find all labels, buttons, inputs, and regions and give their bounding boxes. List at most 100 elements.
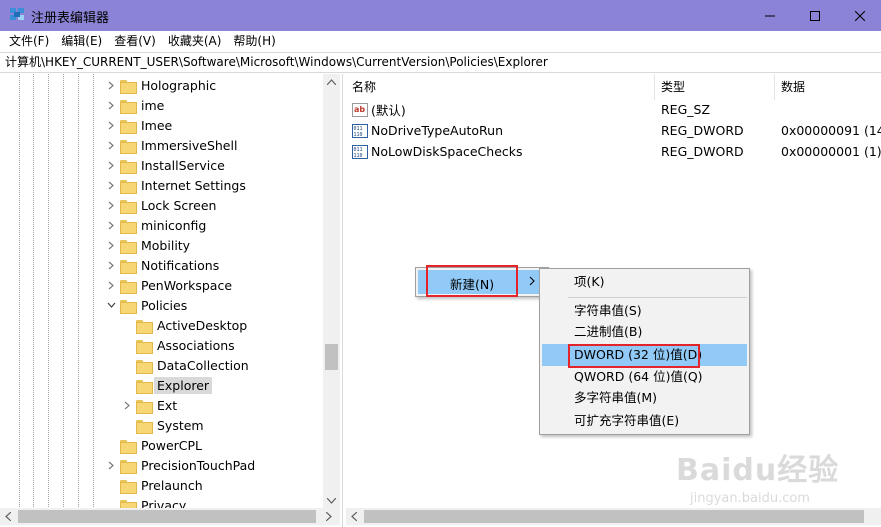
folder-icon bbox=[120, 259, 137, 274]
folder-icon bbox=[120, 299, 137, 314]
submenu-item[interactable]: 项(K) bbox=[542, 271, 747, 293]
tree-horizontal-scrollbar[interactable] bbox=[0, 508, 340, 525]
tree-hscroll-thumb[interactable] bbox=[18, 510, 316, 523]
tree-node[interactable]: Notifications bbox=[106, 255, 219, 275]
tree-node-label: ImmersiveShell bbox=[141, 137, 238, 153]
column-header-type[interactable]: 类型 bbox=[655, 74, 775, 100]
expand-chevron-icon[interactable] bbox=[106, 80, 116, 90]
submenu-item[interactable]: QWORD (64 位)值(Q) bbox=[542, 366, 747, 388]
minimize-button[interactable] bbox=[747, 0, 793, 31]
close-button[interactable] bbox=[837, 0, 881, 31]
value-type: REG_DWORD bbox=[661, 144, 744, 159]
menu-view[interactable]: 查看(V) bbox=[108, 31, 162, 51]
scroll-right-icon[interactable] bbox=[326, 512, 332, 521]
scroll-down-icon[interactable] bbox=[327, 498, 336, 504]
value-type: REG_DWORD bbox=[661, 123, 744, 138]
value-row[interactable]: ab (默认) REG_SZ bbox=[346, 99, 881, 120]
column-header-data[interactable]: 数据 bbox=[775, 74, 881, 100]
close-icon bbox=[855, 10, 865, 21]
expand-chevron-icon[interactable] bbox=[106, 120, 116, 130]
tree-node[interactable]: DataCollection bbox=[122, 355, 249, 375]
value-name-cell: 011 110 NoDriveTypeAutoRun bbox=[352, 120, 503, 141]
tree-node[interactable]: Associations bbox=[122, 335, 235, 355]
expand-chevron-icon[interactable] bbox=[106, 260, 116, 270]
tree-node[interactable]: ActiveDesktop bbox=[122, 315, 247, 335]
expand-chevron-icon[interactable] bbox=[106, 240, 116, 250]
tree-node-label: Notifications bbox=[141, 257, 220, 273]
tree-node[interactable]: miniconfig bbox=[106, 215, 206, 235]
menu-edit[interactable]: 编辑(E) bbox=[55, 31, 108, 51]
menu-favorites[interactable]: 收藏夹(A) bbox=[162, 31, 228, 51]
tree-node[interactable]: Imee bbox=[106, 115, 172, 135]
value-type: REG_SZ bbox=[661, 102, 711, 117]
folder-icon bbox=[120, 179, 137, 194]
expand-chevron-icon[interactable] bbox=[106, 140, 116, 150]
expand-chevron-icon[interactable] bbox=[106, 100, 116, 110]
svg-text:110: 110 bbox=[354, 132, 363, 138]
value-row[interactable]: 011 110 NoLowDiskSpaceChecks REG_DWORD 0x000… bbox=[346, 141, 881, 162]
tree-node-label: Mobility bbox=[141, 237, 191, 253]
expand-chevron-icon[interactable] bbox=[106, 180, 116, 190]
menu-file[interactable]: 文件(F) bbox=[3, 31, 55, 51]
tree-node-label: Prelaunch bbox=[141, 477, 203, 493]
column-header-name[interactable]: 名称 bbox=[346, 74, 655, 100]
tree-scroll-thumb[interactable] bbox=[325, 344, 338, 370]
expand-chevron-icon[interactable] bbox=[122, 400, 132, 410]
tree-vertical-scrollbar[interactable] bbox=[323, 74, 340, 508]
folder-icon bbox=[136, 359, 153, 374]
tree-node[interactable]: Policies bbox=[106, 295, 187, 315]
value-row[interactable]: 011 110 NoDriveTypeAutoRun REG_DWORD 0x00000… bbox=[346, 120, 881, 141]
address-bar[interactable]: 计算机\HKEY_CURRENT_USER\Software\Microsoft… bbox=[0, 52, 881, 73]
submenu-item[interactable]: 二进制值(B) bbox=[542, 321, 747, 343]
svg-text:110: 110 bbox=[354, 153, 363, 159]
expand-chevron-icon[interactable] bbox=[106, 160, 116, 170]
value-data: 0x00000091 (145) bbox=[781, 123, 881, 138]
expand-chevron-icon[interactable] bbox=[106, 280, 116, 290]
tree-node[interactable]: Prelaunch bbox=[106, 475, 203, 495]
tree-node[interactable]: PrecisionTouchPad bbox=[106, 455, 255, 475]
tree-node[interactable]: ime bbox=[106, 95, 164, 115]
folder-icon bbox=[120, 439, 137, 454]
expand-chevron-icon[interactable] bbox=[106, 460, 116, 470]
annotation-highlight-dword bbox=[568, 344, 700, 368]
annotation-highlight-new bbox=[426, 265, 518, 297]
tree-node[interactable]: Internet Settings bbox=[106, 175, 246, 195]
registry-editor-icon bbox=[10, 8, 24, 20]
tree-node[interactable]: ImmersiveShell bbox=[106, 135, 237, 155]
folder-icon bbox=[120, 459, 137, 474]
tree-node[interactable]: Mobility bbox=[106, 235, 190, 255]
maximize-button[interactable] bbox=[792, 0, 838, 31]
tree-node[interactable]: System bbox=[122, 415, 204, 435]
value-name: (默认) bbox=[371, 103, 406, 118]
tree-node[interactable]: Holographic bbox=[106, 75, 216, 95]
key-tree-pane: Holographic ime Imee ImmersiveShell InstallS… bbox=[0, 74, 343, 527]
tree-node[interactable]: PenWorkspace bbox=[106, 275, 232, 295]
tree-node[interactable]: Explorer bbox=[122, 375, 213, 395]
value-name-cell: 011 110 NoLowDiskSpaceChecks bbox=[352, 141, 523, 162]
scroll-up-icon[interactable] bbox=[327, 79, 336, 85]
expand-chevron-icon[interactable] bbox=[106, 220, 116, 230]
expand-chevron-icon[interactable] bbox=[106, 200, 116, 210]
submenu-item[interactable]: 字符串值(S) bbox=[542, 300, 747, 322]
binary-value-icon: 011 110 bbox=[352, 123, 368, 138]
submenu-item[interactable]: 可扩充字符串值(E) bbox=[542, 410, 747, 432]
baidu-watermark: Baidu经验 jingyan.baidu.com bbox=[676, 445, 846, 515]
menu-help[interactable]: 帮助(H) bbox=[227, 31, 281, 51]
tree-node[interactable]: PowerCPL bbox=[106, 435, 202, 455]
tree-node-label: ActiveDesktop bbox=[157, 317, 248, 333]
value-data: 0x00000001 (1) bbox=[781, 144, 881, 159]
scroll-left-icon[interactable] bbox=[351, 512, 357, 521]
folder-icon bbox=[120, 199, 137, 214]
folder-icon bbox=[120, 99, 137, 114]
submenu-item[interactable]: 多字符串值(M) bbox=[542, 387, 747, 409]
tree-node[interactable]: InstallService bbox=[106, 155, 225, 175]
tree-node[interactable]: Ext bbox=[122, 395, 177, 415]
menu-bar: 文件(F) 编辑(E) 查看(V) 收藏夹(A) 帮助(H) bbox=[0, 31, 881, 51]
scroll-left-icon[interactable] bbox=[5, 512, 11, 521]
tree-node[interactable]: Lock Screen bbox=[106, 195, 216, 215]
collapse-chevron-icon[interactable] bbox=[106, 300, 116, 310]
folder-icon bbox=[120, 119, 137, 134]
folder-icon bbox=[120, 479, 137, 494]
